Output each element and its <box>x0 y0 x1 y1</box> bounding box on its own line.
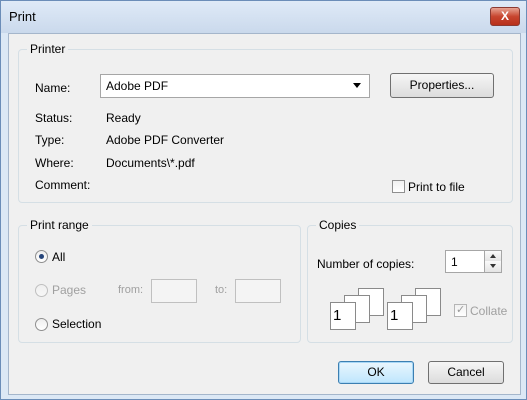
close-button[interactable]: X <box>490 7 520 26</box>
cancel-button-label: Cancel <box>447 365 485 379</box>
collate-pages-icon: 3 2 1 <box>387 288 447 330</box>
copies-legend: Copies <box>316 218 360 232</box>
type-label: Type: <box>35 133 65 147</box>
comment-label: Comment: <box>35 178 91 192</box>
ok-button-label: OK <box>367 365 385 379</box>
print-to-file-label[interactable]: Print to file <box>408 180 465 194</box>
status-label: Status: <box>35 111 73 125</box>
number-of-copies-label: Number of copies: <box>317 257 415 271</box>
print-range-group: Print range All Pages from: to: Selectio… <box>18 218 301 343</box>
where-value: Documents\*.pdf <box>106 156 195 170</box>
type-value: Adobe PDF Converter <box>106 133 225 147</box>
dialog-body: Printer Name: Adobe PDF Properties... St… <box>8 33 521 395</box>
to-page-input[interactable] <box>235 279 281 303</box>
printer-name-value: Adobe PDF <box>106 79 169 93</box>
print-to-file-checkbox[interactable] <box>392 180 405 193</box>
print-range-legend: Print range <box>27 218 92 232</box>
ok-button[interactable]: OK <box>338 361 414 384</box>
collate-checkbox[interactable]: ✓ <box>454 304 467 317</box>
title-bar[interactable]: Print X <box>1 1 526 33</box>
status-value: Ready <box>106 111 141 125</box>
collate-label[interactable]: Collate <box>470 304 507 318</box>
collate-pages-icon: 3 2 1 <box>330 288 390 330</box>
checkmark-icon: ✓ <box>456 304 466 316</box>
chevron-down-icon <box>353 83 361 88</box>
radio-all-label[interactable]: All <box>52 250 65 264</box>
name-label: Name: <box>35 81 71 95</box>
printer-legend: Printer <box>27 42 69 56</box>
printer-group: Printer Name: Adobe PDF Properties... St… <box>18 42 513 203</box>
radio-pages-label[interactable]: Pages <box>52 283 86 297</box>
where-label: Where: <box>35 156 74 170</box>
print-dialog: Print X Printer Name: Adobe PDF Properti… <box>0 0 527 400</box>
increment-button[interactable] <box>484 251 501 261</box>
properties-button-label: Properties... <box>409 78 475 92</box>
printer-name-select[interactable]: Adobe PDF <box>100 74 370 98</box>
radio-selection[interactable] <box>35 318 48 331</box>
radio-pages[interactable] <box>35 284 48 297</box>
to-label: to: <box>215 284 228 296</box>
arrow-up-icon <box>490 254 496 258</box>
close-icon: X <box>500 9 509 23</box>
decrement-button[interactable] <box>484 261 501 272</box>
from-page-input[interactable] <box>151 279 197 303</box>
radio-selection-label[interactable]: Selection <box>52 317 101 331</box>
window-title: Print <box>9 9 36 24</box>
cancel-button[interactable]: Cancel <box>428 361 504 384</box>
arrow-down-icon <box>490 264 496 268</box>
properties-button[interactable]: Properties... <box>390 73 494 98</box>
from-label: from: <box>118 284 144 296</box>
radio-all[interactable] <box>35 250 48 263</box>
copies-value: 1 <box>451 255 458 269</box>
copies-group: Copies Number of copies: 1 3 2 1 3 2 <box>307 218 513 343</box>
copies-stepper[interactable]: 1 <box>445 250 502 273</box>
